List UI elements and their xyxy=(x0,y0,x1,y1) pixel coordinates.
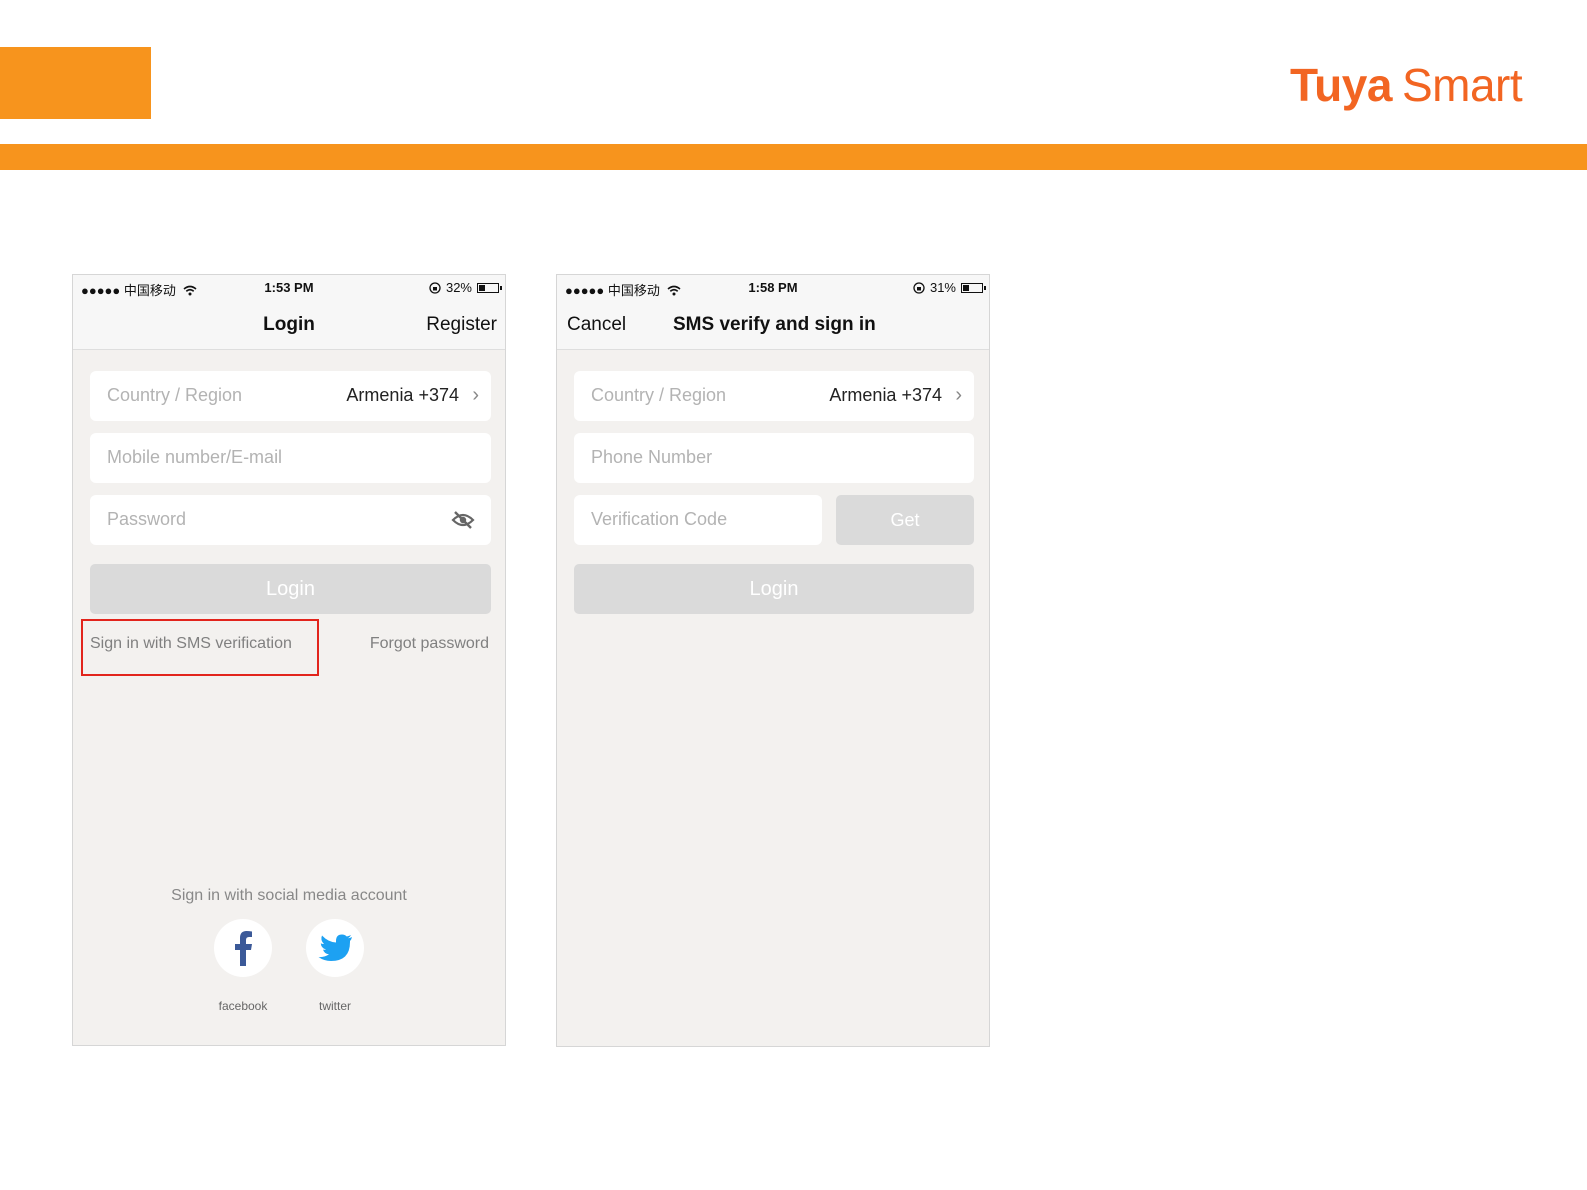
country-region-field[interactable]: Country / Region Armenia +374 › xyxy=(90,371,491,421)
country-region-field[interactable]: Country / Region Armenia +374 › xyxy=(574,371,974,421)
twitter-label: twitter xyxy=(318,999,351,1013)
brand-name-bold: Tuya xyxy=(1290,59,1392,111)
chevron-right-icon: › xyxy=(472,384,479,406)
login-screen: ●●●●● 中国移动 1:53 PM 32% Login Register Co… xyxy=(72,274,506,1046)
page-title: SMS verify and sign in xyxy=(673,314,876,335)
eye-hidden-icon[interactable] xyxy=(451,509,475,531)
battery-fill xyxy=(479,284,485,291)
rotation-lock-icon xyxy=(913,281,925,294)
rotation-lock-icon xyxy=(429,281,441,294)
social-signin-title: Sign in with social media account xyxy=(171,887,407,904)
facebook-icon xyxy=(235,931,252,966)
country-region-label: Country / Region xyxy=(107,385,243,405)
twitter-icon xyxy=(318,934,352,961)
battery-percent: 31% xyxy=(929,280,956,295)
battery-icon xyxy=(961,282,986,293)
phone-number-placeholder: Phone Number xyxy=(591,447,713,467)
status-bar: ●●●●● 中国移动 1:58 PM 31% xyxy=(557,275,989,301)
password-input[interactable]: Password xyxy=(90,495,491,545)
sms-verify-screen: ●●●●● 中国移动 1:58 PM 31% Cancel SMS verify… xyxy=(556,274,990,1047)
sms-signin-link[interactable]: Sign in with SMS verification xyxy=(90,635,292,653)
password-placeholder: Password xyxy=(107,509,187,529)
verification-code-placeholder: Verification Code xyxy=(591,509,728,529)
country-region-value: Armenia +374 xyxy=(346,385,459,405)
phone-number-input[interactable]: Phone Number xyxy=(574,433,974,483)
battery-fill xyxy=(963,284,969,291)
status-right: 31% xyxy=(913,280,986,295)
status-bar: ●●●●● 中国移动 1:53 PM 32% xyxy=(73,275,505,301)
header-orange-bar xyxy=(0,144,1587,170)
login-button[interactable]: Login xyxy=(90,564,491,614)
cancel-button[interactable]: Cancel xyxy=(567,314,626,336)
verification-code-input[interactable]: Verification Code xyxy=(574,495,822,545)
country-region-label: Country / Region xyxy=(591,385,727,405)
login-button[interactable]: Login xyxy=(574,564,974,614)
register-link[interactable]: Register xyxy=(426,314,497,336)
brand-name-regular: Smart xyxy=(1401,59,1523,111)
nav-bar: Login Register xyxy=(73,301,505,350)
country-region-value: Armenia +374 xyxy=(829,385,942,405)
facebook-label: facebook xyxy=(218,999,268,1013)
header-orange-tab xyxy=(0,47,151,119)
nav-bar: Cancel SMS verify and sign in xyxy=(557,301,989,350)
account-placeholder: Mobile number/E-mail xyxy=(107,447,283,467)
brand-logo: Tuya Smart xyxy=(1290,58,1523,112)
status-right: 32% xyxy=(429,280,502,295)
get-code-button[interactable]: Get xyxy=(836,495,974,545)
battery-percent: 32% xyxy=(445,280,472,295)
facebook-button[interactable] xyxy=(214,919,272,977)
chevron-right-icon: › xyxy=(955,384,962,406)
forgot-password-link[interactable]: Forgot password xyxy=(370,635,489,653)
account-input[interactable]: Mobile number/E-mail xyxy=(90,433,491,483)
twitter-button[interactable] xyxy=(306,919,364,977)
battery-icon xyxy=(477,282,502,293)
